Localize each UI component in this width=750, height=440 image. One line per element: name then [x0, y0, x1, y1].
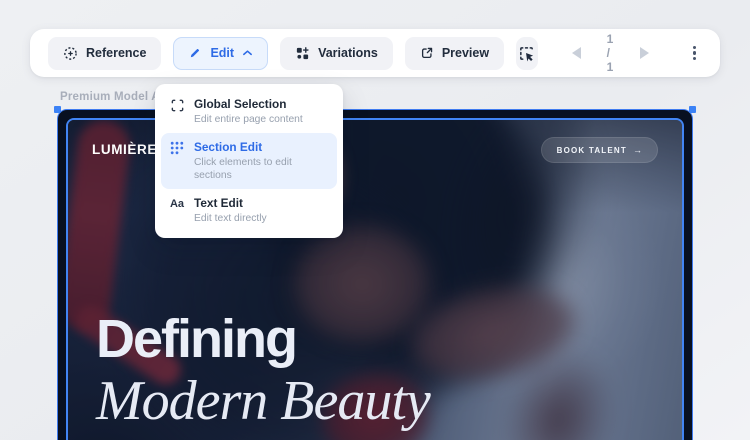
book-talent-label: BOOK TALENT — [557, 146, 627, 155]
page-indicator: 1 / 1 — [607, 32, 614, 74]
menu-item-title: Global Selection — [194, 97, 303, 112]
edit-mode-dropdown: Global Selection Edit entire page conten… — [155, 84, 343, 238]
previous-page-button[interactable] — [572, 47, 581, 59]
selection-handle-top-right[interactable] — [689, 106, 696, 113]
website-preview-frame[interactable]: LUMIÈRE Mgmt. BOOK TALENT → Defining Mod… — [57, 109, 693, 440]
menu-item-section-edit[interactable]: Section Edit Click elements to edit sect… — [161, 133, 337, 189]
site-logo-primary: LUMIÈRE — [92, 142, 157, 157]
text-edit-aa-icon: Aa — [169, 197, 185, 211]
hero-heading-line2: Modern Beauty — [96, 372, 430, 431]
editor-toolbar: Reference Edit Variations — [30, 29, 720, 77]
reference-button[interactable]: Reference — [48, 37, 161, 70]
selection-handle-top-left[interactable] — [54, 106, 61, 113]
menu-item-subtitle: Edit entire page content — [194, 113, 303, 126]
section-edit-dots-icon — [169, 141, 185, 155]
menu-item-subtitle: Click elements to edit sections — [194, 156, 329, 182]
menu-item-subtitle: Edit text directly — [194, 212, 267, 225]
menu-item-global-selection[interactable]: Global Selection Edit entire page conten… — [161, 90, 337, 133]
select-element-button[interactable] — [516, 37, 538, 70]
chevron-up-icon — [242, 49, 253, 57]
menu-item-text-edit[interactable]: Aa Text Edit Edit text directly — [161, 189, 337, 232]
menu-item-title: Section Edit — [194, 140, 329, 155]
cursor-select-icon — [518, 45, 535, 62]
edit-label: Edit — [210, 46, 234, 60]
hero-heading-line1: Defining — [96, 312, 430, 366]
menu-item-title: Text Edit — [194, 196, 267, 211]
variations-grid-plus-icon — [295, 46, 310, 61]
reference-target-icon — [63, 46, 78, 61]
edit-button[interactable]: Edit — [173, 37, 268, 70]
book-talent-button[interactable]: BOOK TALENT → — [541, 137, 658, 163]
preview-button[interactable]: Preview — [405, 37, 504, 70]
global-selection-icon — [169, 98, 185, 113]
reference-label: Reference — [86, 46, 146, 60]
preview-label: Preview — [442, 46, 489, 60]
page-navigation: 1 / 1 — [572, 32, 649, 74]
external-link-icon — [420, 46, 434, 60]
variations-button[interactable]: Variations — [280, 37, 393, 70]
hero-heading: Defining Modern Beauty — [96, 312, 430, 431]
variations-label: Variations — [318, 46, 378, 60]
arrow-right-icon: → — [633, 145, 642, 155]
pencil-icon — [188, 46, 202, 60]
more-options-button[interactable] — [687, 40, 702, 67]
next-page-button[interactable] — [640, 47, 649, 59]
